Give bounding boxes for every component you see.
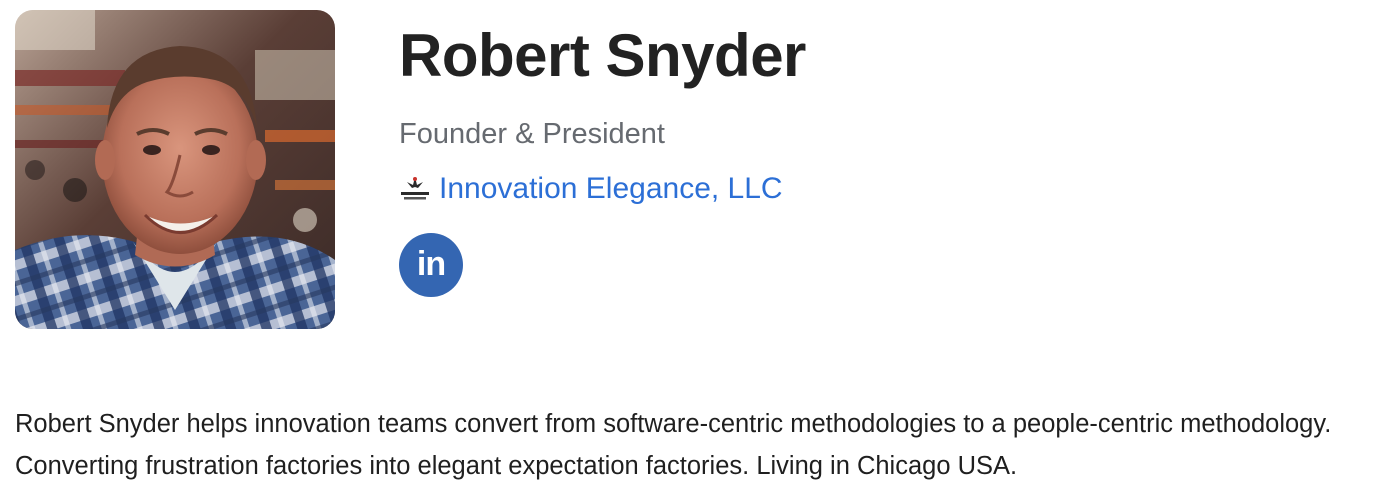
profile-bio: Robert Snyder helps innovation teams con… [15,410,1332,480]
profile-info: Robert Snyder Founder & President Innova… [399,18,806,297]
company-link[interactable]: Innovation Elegance, LLC [439,171,783,207]
profile-title: Founder & President [399,118,665,150]
avatar [15,10,335,329]
company-row: Innovation Elegance, LLC [399,171,806,207]
avatar-photo [15,10,335,329]
profile-card: Robert Snyder Founder & President Innova… [0,0,1374,504]
linkedin-button[interactable]: in [399,233,463,297]
profile-name: Robert Snyder [399,22,806,89]
innovation-elegance-logo-icon [399,175,431,203]
linkedin-icon: in [416,245,446,283]
